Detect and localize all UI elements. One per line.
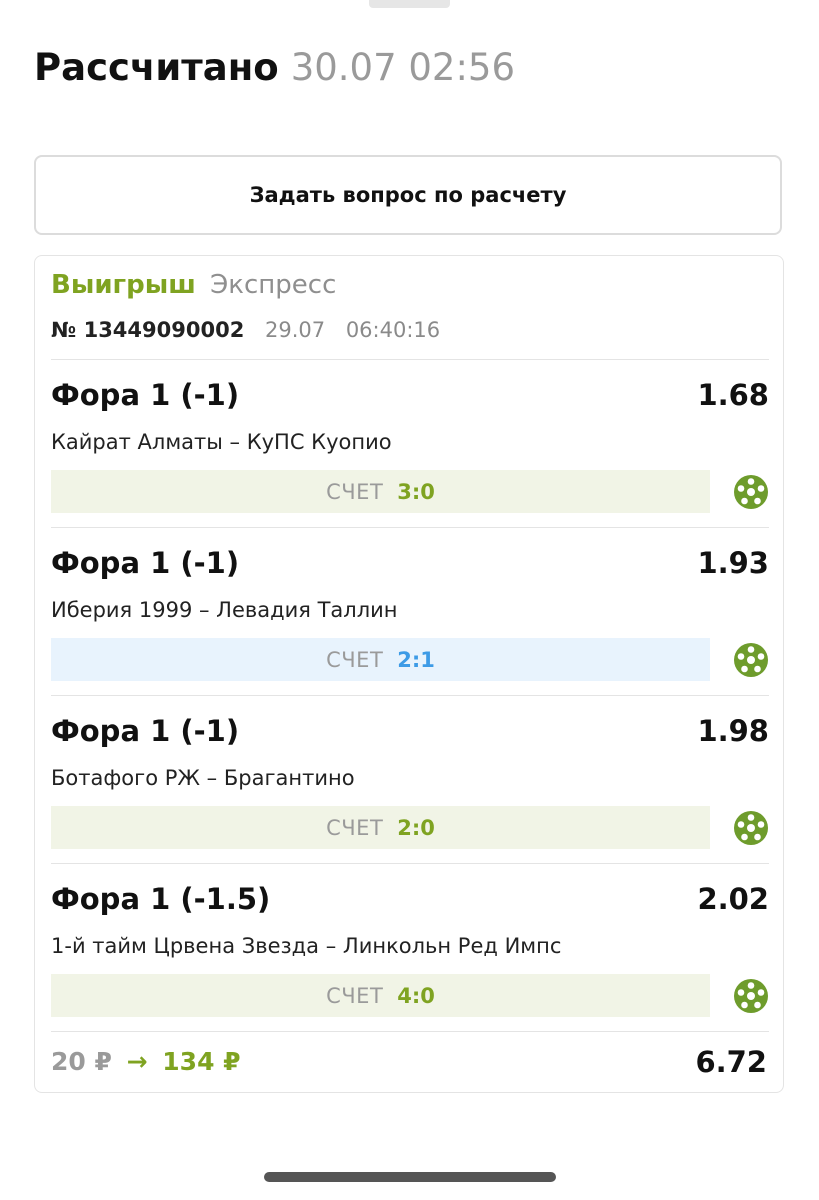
divider xyxy=(51,1031,769,1032)
bet-event: Иберия 1999 – Левадия Таллин xyxy=(51,598,398,622)
score-box: СЧЕТ 4:0 xyxy=(51,974,710,1017)
home-indicator xyxy=(264,1172,556,1182)
bet-odds: 1.93 xyxy=(697,546,769,580)
settled-datetime: 30.07 02:56 xyxy=(290,46,515,89)
bet-market: Фора 1 (-1) xyxy=(51,546,240,580)
stake-amount: 20 ₽ xyxy=(51,1047,112,1076)
score-box: СЧЕТ 2:0 xyxy=(51,806,710,849)
bet-event: Кайрат Алматы – КуПС Куопио xyxy=(51,430,392,454)
soccer-ball-icon xyxy=(733,642,769,678)
bet-odds: 1.98 xyxy=(697,714,769,748)
payout-amount: 134 ₽ xyxy=(162,1047,241,1076)
bet-market: Фора 1 (-1) xyxy=(51,378,240,412)
bet-market: Фора 1 (-1.5) xyxy=(51,882,271,916)
page-header: Рассчитано 30.07 02:56 xyxy=(34,46,515,96)
status-badge: Выигрыш xyxy=(51,270,196,300)
soccer-ball-icon xyxy=(733,978,769,1014)
bet-row: Фора 1 (-1) 1.98 Ботафого РЖ – Брагантино С… xyxy=(51,696,769,863)
score-value: 2:1 xyxy=(397,647,435,672)
score-value: 3:0 xyxy=(397,479,435,504)
ask-question-button[interactable]: Задать вопрос по расчету xyxy=(34,155,782,235)
total-odds: 6.72 xyxy=(695,1045,767,1079)
soccer-ball-icon xyxy=(733,474,769,510)
ticket-meta: № 13449090002 29.07 06:40:16 xyxy=(51,318,440,342)
bet-ticket-card: Выигрыш Экспресс № 13449090002 29.07 06:… xyxy=(34,255,784,1093)
page-title: Рассчитано xyxy=(34,46,279,89)
score-box: СЧЕТ 2:1 xyxy=(51,638,710,681)
score-value: 2:0 xyxy=(397,815,435,840)
bet-event: Ботафого РЖ – Брагантино xyxy=(51,766,355,790)
stake-payout: 20 ₽ → 134 ₽ xyxy=(51,1047,241,1076)
bet-event: 1-й тайм Црвена Звезда – Линкольн Ред Им… xyxy=(51,934,562,958)
ticket-date: 29.07 xyxy=(265,318,326,342)
bet-odds: 2.02 xyxy=(697,882,769,916)
bet-type: Экспресс xyxy=(210,270,337,300)
ticket-status-line: Выигрыш Экспресс xyxy=(51,270,336,300)
bet-row: Фора 1 (-1) 1.68 Кайрат Алматы – КуПС Куоп… xyxy=(51,360,769,527)
score-label: СЧЕТ xyxy=(326,479,384,504)
score-label: СЧЕТ xyxy=(326,983,384,1008)
bet-odds: 1.68 xyxy=(697,378,769,412)
ticket-time: 06:40:16 xyxy=(345,318,441,342)
sheet-drag-handle[interactable] xyxy=(369,0,450,8)
bet-row: Фора 1 (-1.5) 2.02 1-й тайм Црвена Звезда … xyxy=(51,864,769,1031)
score-box: СЧЕТ 3:0 xyxy=(51,470,710,513)
score-label: СЧЕТ xyxy=(326,647,384,672)
ticket-number: № 13449090002 xyxy=(51,318,245,342)
score-value: 4:0 xyxy=(397,983,435,1008)
score-label: СЧЕТ xyxy=(326,815,384,840)
bet-market: Фора 1 (-1) xyxy=(51,714,240,748)
arrow-right-icon: → xyxy=(126,1047,148,1076)
bet-row: Фора 1 (-1) 1.93 Иберия 1999 – Левадия Тал… xyxy=(51,528,769,695)
soccer-ball-icon xyxy=(733,810,769,846)
